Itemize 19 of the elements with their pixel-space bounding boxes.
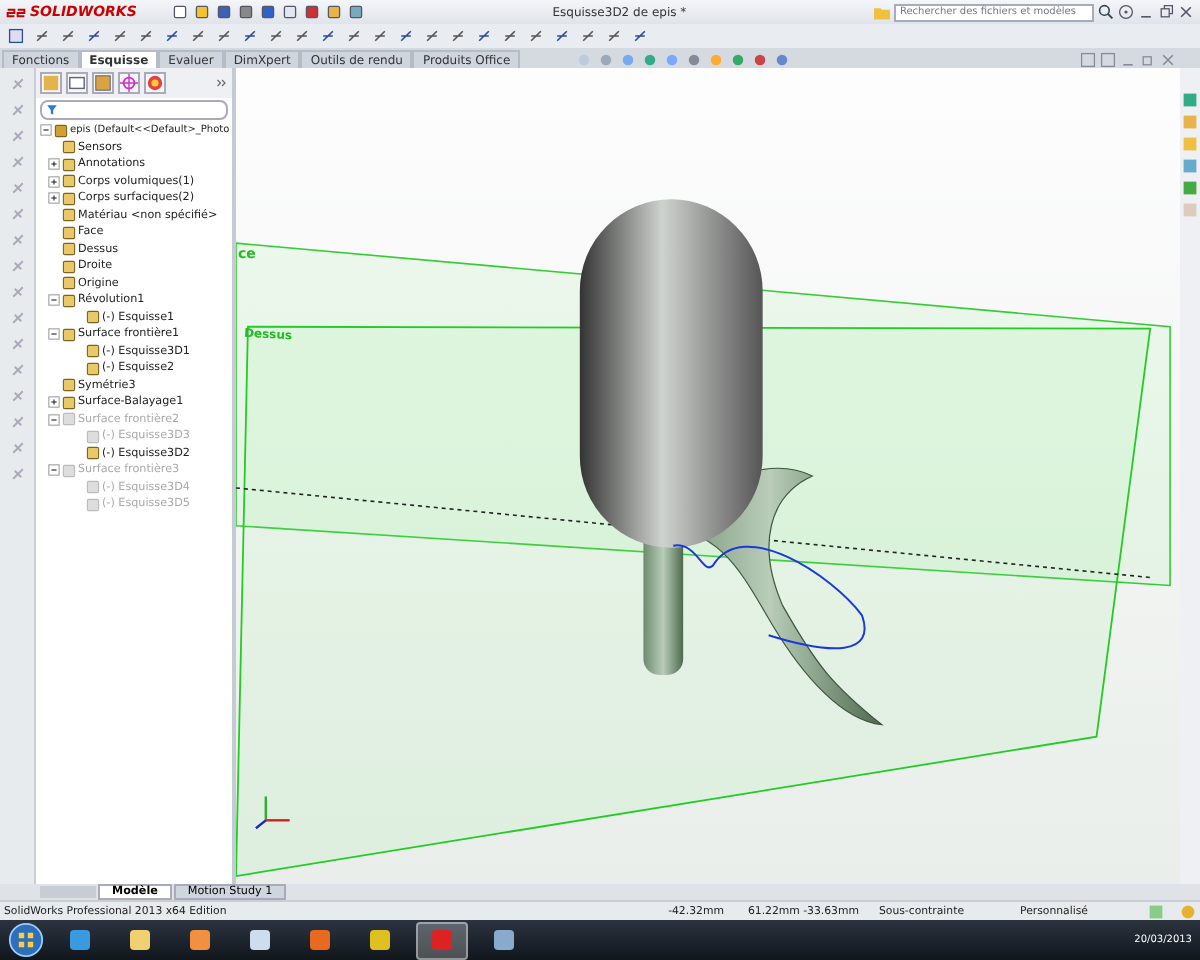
collapse-icon[interactable] bbox=[48, 328, 60, 341]
restore-icon[interactable] bbox=[1157, 4, 1174, 20]
search-icon[interactable] bbox=[1097, 4, 1114, 20]
logo-icon bbox=[6, 5, 26, 19]
start-button[interactable] bbox=[8, 922, 44, 958]
filter-field[interactable] bbox=[40, 100, 228, 120]
tile-icon[interactable] bbox=[1100, 52, 1116, 68]
expand-icon[interactable] bbox=[48, 158, 60, 171]
chevron-icon[interactable] bbox=[216, 78, 228, 88]
expand-icon[interactable] bbox=[48, 396, 60, 409]
expand-icon[interactable] bbox=[48, 192, 60, 205]
crosshair-icon[interactable] bbox=[118, 72, 140, 94]
axis-triad bbox=[255, 796, 290, 830]
collapse-icon[interactable] bbox=[40, 124, 52, 137]
tile-icon[interactable] bbox=[1080, 52, 1096, 68]
filter-icon bbox=[46, 104, 58, 116]
expand-icon[interactable] bbox=[48, 175, 60, 188]
collapse-icon[interactable] bbox=[48, 294, 60, 307]
close-icon[interactable] bbox=[1177, 4, 1194, 20]
